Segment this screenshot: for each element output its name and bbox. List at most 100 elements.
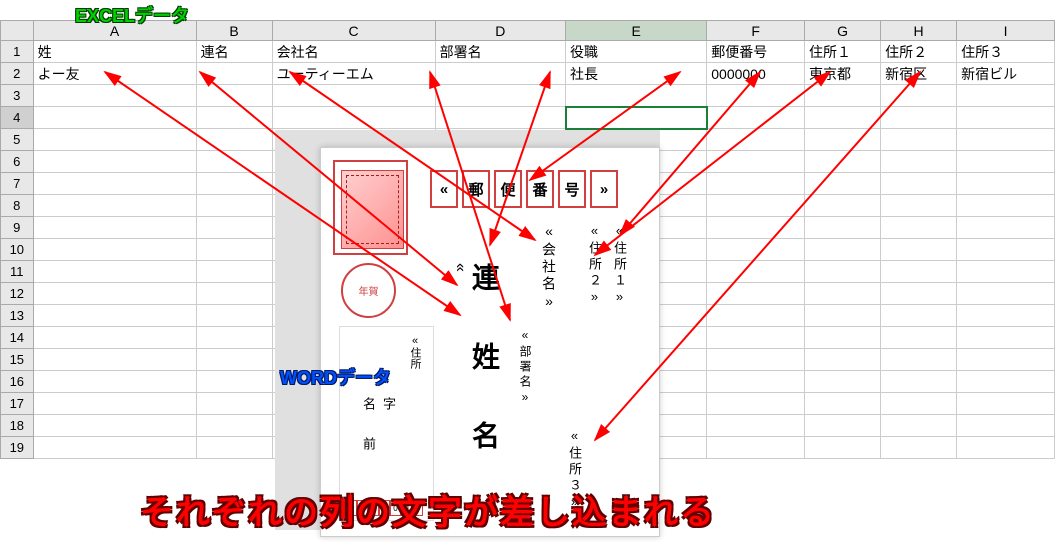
- cell[interactable]: [957, 151, 1055, 173]
- cell[interactable]: [196, 327, 272, 349]
- cell[interactable]: [805, 393, 881, 415]
- cell[interactable]: [881, 437, 957, 459]
- cell[interactable]: [435, 107, 565, 129]
- cell[interactable]: [805, 261, 881, 283]
- cell[interactable]: [707, 261, 805, 283]
- column-header[interactable]: [1, 21, 34, 41]
- column-header[interactable]: F: [707, 21, 805, 41]
- cell[interactable]: [707, 415, 805, 437]
- cell[interactable]: [881, 107, 957, 129]
- column-header[interactable]: B: [196, 21, 272, 41]
- cell[interactable]: [33, 371, 196, 393]
- cell[interactable]: [957, 283, 1055, 305]
- cell[interactable]: 住所２: [881, 41, 957, 63]
- column-header[interactable]: H: [881, 21, 957, 41]
- cell[interactable]: [33, 349, 196, 371]
- cell[interactable]: [33, 415, 196, 437]
- cell[interactable]: [196, 173, 272, 195]
- cell[interactable]: [957, 327, 1055, 349]
- cell[interactable]: [196, 261, 272, 283]
- cell[interactable]: [196, 239, 272, 261]
- row-header[interactable]: 5: [1, 129, 34, 151]
- cell[interactable]: 新宿ビル: [957, 63, 1055, 85]
- cell[interactable]: [805, 107, 881, 129]
- cell[interactable]: [881, 217, 957, 239]
- cell[interactable]: 郵便番号: [707, 41, 805, 63]
- row-header[interactable]: 12: [1, 283, 34, 305]
- cell[interactable]: [881, 85, 957, 107]
- cell[interactable]: [707, 195, 805, 217]
- cell[interactable]: [33, 217, 196, 239]
- cell[interactable]: 住所１: [805, 41, 881, 63]
- cell[interactable]: [957, 371, 1055, 393]
- row-header[interactable]: 18: [1, 415, 34, 437]
- cell[interactable]: [196, 349, 272, 371]
- cell[interactable]: [805, 217, 881, 239]
- cell[interactable]: [805, 129, 881, 151]
- row-header[interactable]: 13: [1, 305, 34, 327]
- cell[interactable]: [805, 349, 881, 371]
- cell[interactable]: [805, 173, 881, 195]
- cell[interactable]: [33, 173, 196, 195]
- cell[interactable]: [805, 437, 881, 459]
- cell[interactable]: [707, 349, 805, 371]
- cell[interactable]: [196, 151, 272, 173]
- cell[interactable]: [805, 283, 881, 305]
- cell[interactable]: [707, 239, 805, 261]
- cell[interactable]: [196, 85, 272, 107]
- cell[interactable]: [805, 195, 881, 217]
- cell[interactable]: [881, 371, 957, 393]
- cell[interactable]: [33, 261, 196, 283]
- cell[interactable]: [881, 349, 957, 371]
- cell[interactable]: [881, 239, 957, 261]
- cell[interactable]: [196, 305, 272, 327]
- cell[interactable]: [881, 327, 957, 349]
- column-header[interactable]: D: [435, 21, 565, 41]
- cell[interactable]: [33, 393, 196, 415]
- cell[interactable]: [805, 327, 881, 349]
- row-header[interactable]: 11: [1, 261, 34, 283]
- column-header[interactable]: G: [805, 21, 881, 41]
- cell[interactable]: [805, 415, 881, 437]
- cell[interactable]: [957, 437, 1055, 459]
- cell[interactable]: [881, 305, 957, 327]
- cell[interactable]: 役職: [566, 41, 707, 63]
- cell[interactable]: [881, 283, 957, 305]
- row-header[interactable]: 16: [1, 371, 34, 393]
- cell[interactable]: [196, 107, 272, 129]
- cell[interactable]: [435, 85, 565, 107]
- cell[interactable]: [196, 129, 272, 151]
- cell[interactable]: [707, 437, 805, 459]
- cell[interactable]: [957, 305, 1055, 327]
- cell[interactable]: [707, 107, 805, 129]
- cell[interactable]: [957, 129, 1055, 151]
- row-header[interactable]: 19: [1, 437, 34, 459]
- cell[interactable]: [33, 129, 196, 151]
- cell[interactable]: [33, 195, 196, 217]
- column-header[interactable]: E: [566, 21, 707, 41]
- cell[interactable]: [196, 415, 272, 437]
- cell[interactable]: [707, 283, 805, 305]
- cell[interactable]: [957, 107, 1055, 129]
- cell[interactable]: 東京都: [805, 63, 881, 85]
- row-header[interactable]: 4: [1, 107, 34, 129]
- cell[interactable]: 0000000: [707, 63, 805, 85]
- row-header[interactable]: 9: [1, 217, 34, 239]
- cell[interactable]: [707, 371, 805, 393]
- column-header[interactable]: C: [272, 21, 435, 41]
- cell[interactable]: [957, 415, 1055, 437]
- cell[interactable]: [435, 63, 565, 85]
- cell[interactable]: [805, 305, 881, 327]
- column-header[interactable]: I: [957, 21, 1055, 41]
- cell[interactable]: [196, 371, 272, 393]
- row-header[interactable]: 10: [1, 239, 34, 261]
- cell[interactable]: よー友: [33, 63, 196, 85]
- cell[interactable]: [33, 107, 196, 129]
- cell[interactable]: [957, 195, 1055, 217]
- cell[interactable]: [805, 239, 881, 261]
- cell[interactable]: [566, 85, 707, 107]
- cell[interactable]: [196, 437, 272, 459]
- cell[interactable]: [957, 349, 1055, 371]
- cell[interactable]: [33, 85, 196, 107]
- cell[interactable]: [33, 305, 196, 327]
